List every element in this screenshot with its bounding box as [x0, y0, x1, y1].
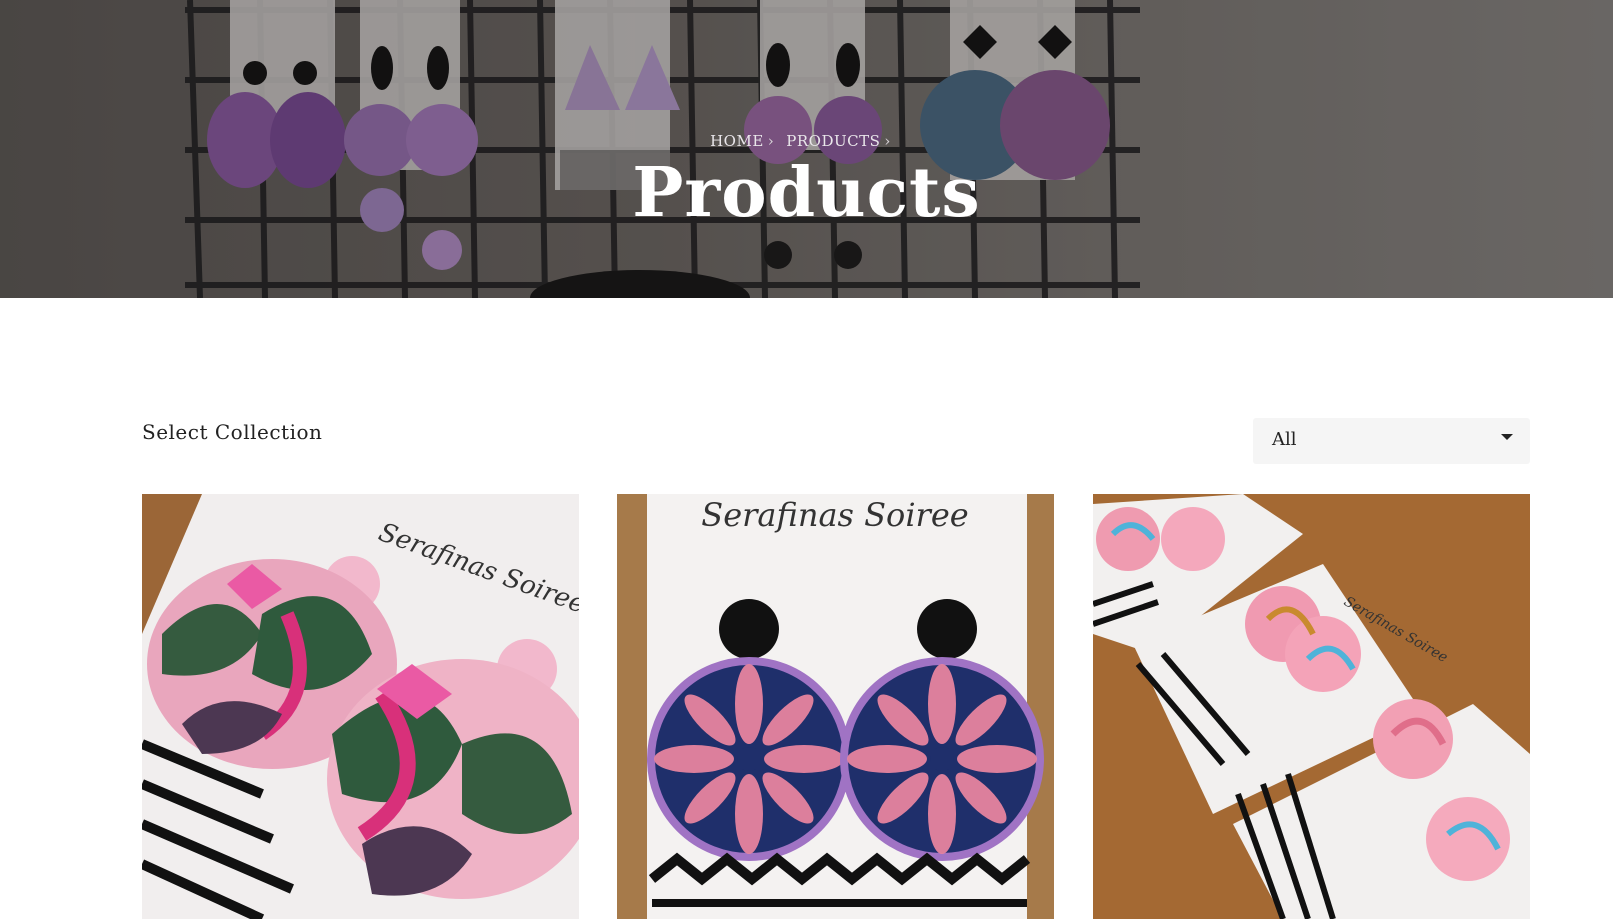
product-image-pink-green-leaf-earrings: Serafinas Soiree	[142, 494, 579, 919]
chevron-right-icon: ›	[767, 132, 775, 150]
chevron-right-icon: ›	[884, 132, 891, 150]
hero-banner: HOME › PRODUCTS › Products	[0, 0, 1613, 298]
product-card[interactable]: Serafinas Soiree	[142, 494, 579, 919]
card-brand-text: Serafinas Soiree	[701, 496, 968, 534]
product-card[interactable]: Serafinas Soiree	[617, 494, 1054, 919]
breadcrumb-products-link[interactable]: PRODUCTS	[786, 132, 880, 150]
breadcrumb: HOME › PRODUCTS ›	[0, 131, 1613, 150]
caret-down-icon	[1501, 434, 1513, 440]
page-title: Products	[632, 153, 981, 233]
product-image-pastel-marble-stud-earrings: Serafinas Soiree	[1093, 494, 1530, 919]
product-grid: Serafinas Soiree Serafinas Soiree Serafi…	[142, 494, 1530, 919]
breadcrumb-home-link[interactable]: HOME	[710, 132, 764, 150]
product-image-blue-pink-kaleidoscope-earrings: Serafinas Soiree	[617, 494, 1054, 919]
select-collection-label: Select Collection	[142, 420, 323, 444]
collection-dropdown[interactable]: All	[1253, 418, 1530, 464]
product-card[interactable]: Serafinas Soiree	[1093, 494, 1530, 919]
collection-dropdown-value: All	[1272, 429, 1297, 450]
